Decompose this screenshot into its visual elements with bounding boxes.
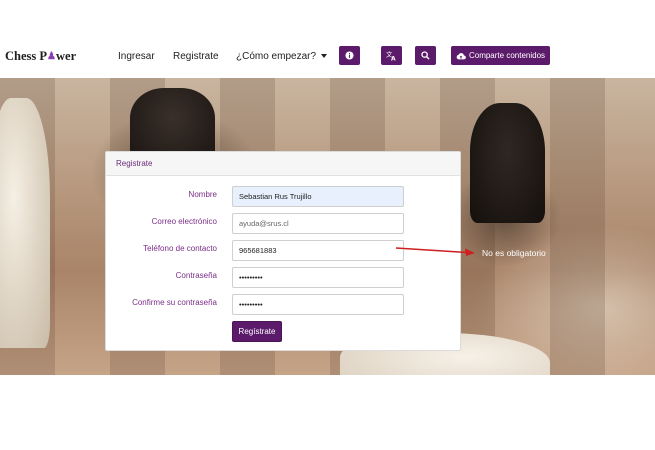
annotation-arrow xyxy=(395,247,475,256)
confirm-password-label: Confirme su contraseña xyxy=(132,298,217,307)
black-piece-right xyxy=(470,103,545,223)
password-input[interactable] xyxy=(232,267,404,288)
brand-text-start: Chess P xyxy=(5,49,48,63)
card-header: Registrate xyxy=(106,152,460,176)
form-row-email: Correo electrónico xyxy=(106,213,460,234)
info-icon xyxy=(345,51,354,60)
nav-dropdown-label: ¿Cómo empezar? xyxy=(236,51,317,62)
translate-icon: 文 A xyxy=(386,50,396,61)
name-label: Nombre xyxy=(188,190,217,199)
share-content-button[interactable]: Comparte contenidos xyxy=(451,46,550,65)
form-row-nombre: Nombre xyxy=(106,186,460,207)
caret-down-icon xyxy=(321,54,328,59)
white-piece-left xyxy=(0,98,50,348)
top-navbar: Chess P♟wer Ingresar Registrate ¿Cómo em… xyxy=(0,0,655,78)
phone-input[interactable] xyxy=(232,240,404,261)
search-button[interactable] xyxy=(415,46,436,65)
nav-link-registrate[interactable]: Registrate xyxy=(173,51,219,62)
cloud-upload-icon xyxy=(456,52,466,59)
email-input[interactable] xyxy=(232,213,404,234)
form-row-confirm-password: Confirme su contraseña xyxy=(106,294,460,315)
optional-field-note: No es obligatorio xyxy=(482,248,546,258)
search-icon xyxy=(421,51,430,60)
pawn-icon: ♟ xyxy=(47,51,56,62)
nav-link-ingresar[interactable]: Ingresar xyxy=(118,51,155,62)
phone-label: Teléfono de contacto xyxy=(143,244,217,253)
password-label: Contraseña xyxy=(175,271,217,280)
info-button[interactable] xyxy=(339,46,360,65)
register-submit-button[interactable]: Regístrate xyxy=(232,321,282,342)
brand-text-end: wer xyxy=(56,49,77,63)
share-button-label: Comparte contenidos xyxy=(468,51,546,60)
svg-text:A: A xyxy=(391,56,396,61)
nav-dropdown-como-empezar[interactable]: ¿Cómo empezar? xyxy=(236,51,328,62)
translate-button[interactable]: 文 A xyxy=(381,46,402,65)
email-label: Correo electrónico xyxy=(151,217,217,226)
form-row-password: Contraseña xyxy=(106,267,460,288)
confirm-password-input[interactable] xyxy=(232,294,404,315)
name-input[interactable] xyxy=(232,186,404,207)
brand-logo[interactable]: Chess P♟wer xyxy=(5,49,76,64)
